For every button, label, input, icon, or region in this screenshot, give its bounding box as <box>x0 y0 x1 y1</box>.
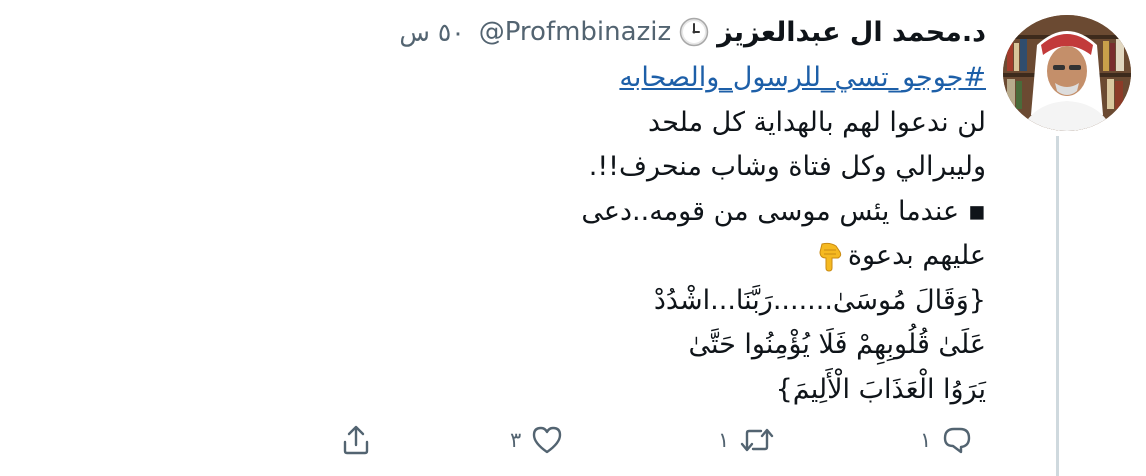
tweet-header: د.محمد ال عبدالعزيز @Profmbinaziz ٥٠ س <box>399 12 986 52</box>
tweet-line: عليهم بدعوة <box>346 234 986 279</box>
tweet-line: لن ندعوا لهم بالهداية كل ملحد <box>648 106 986 138</box>
like-count: ٣ <box>510 428 522 452</box>
retweet-count: ١ <box>718 428 730 452</box>
tweet-line-text: عليهم بدعوة <box>847 240 986 271</box>
hashtag-link[interactable]: #جوجو_تسي_للرسول_والصحابه <box>346 56 986 101</box>
tweet-line: وليبرالي وكل فتاة وشاب منحرف!!. <box>588 151 986 182</box>
tweet-line: يَرَوُا الْعَذَابَ الْأَلِيمَ} <box>775 373 986 405</box>
tweet-text: #جوجو_تسي_للرسول_والصحابه لن ندعوا لهم ب… <box>346 56 986 412</box>
author-handle[interactable]: @Profmbinaziz <box>479 17 671 47</box>
author-name[interactable]: د.محمد ال عبدالعزيز <box>717 17 986 48</box>
tweet-line: {وَقَالَ مُوسَىٰ.......رَبَّنَا...اشْدُد… <box>653 284 986 316</box>
retweet-icon <box>739 425 775 455</box>
tweet-line: ▪︎ عندما يئس موسى من قومه..دعى <box>581 195 986 227</box>
share-button[interactable] <box>340 420 372 460</box>
reply-icon <box>941 425 973 455</box>
tweet[interactable]: د.محمد ال عبدالعزيز @Profmbinaziz ٥٠ س #… <box>0 0 1146 476</box>
pointing-down-hand-icon <box>816 242 844 272</box>
retweet-button[interactable]: ١ <box>718 420 775 460</box>
tweet-line: عَلَىٰ قُلُوبِهِمْ فَلَا يُؤْمِنُوا حَتَ… <box>688 329 987 360</box>
heart-icon <box>531 425 563 455</box>
tweet-time[interactable]: ٥٠ س <box>399 18 464 47</box>
avatar[interactable] <box>1003 15 1131 131</box>
like-button[interactable]: ٣ <box>510 420 563 460</box>
clock-icon <box>679 17 709 47</box>
reply-button[interactable]: ١ <box>920 420 973 460</box>
reply-count: ١ <box>920 428 932 452</box>
share-icon <box>340 424 372 456</box>
action-bar: ١ ١ ٣ <box>0 420 1146 460</box>
